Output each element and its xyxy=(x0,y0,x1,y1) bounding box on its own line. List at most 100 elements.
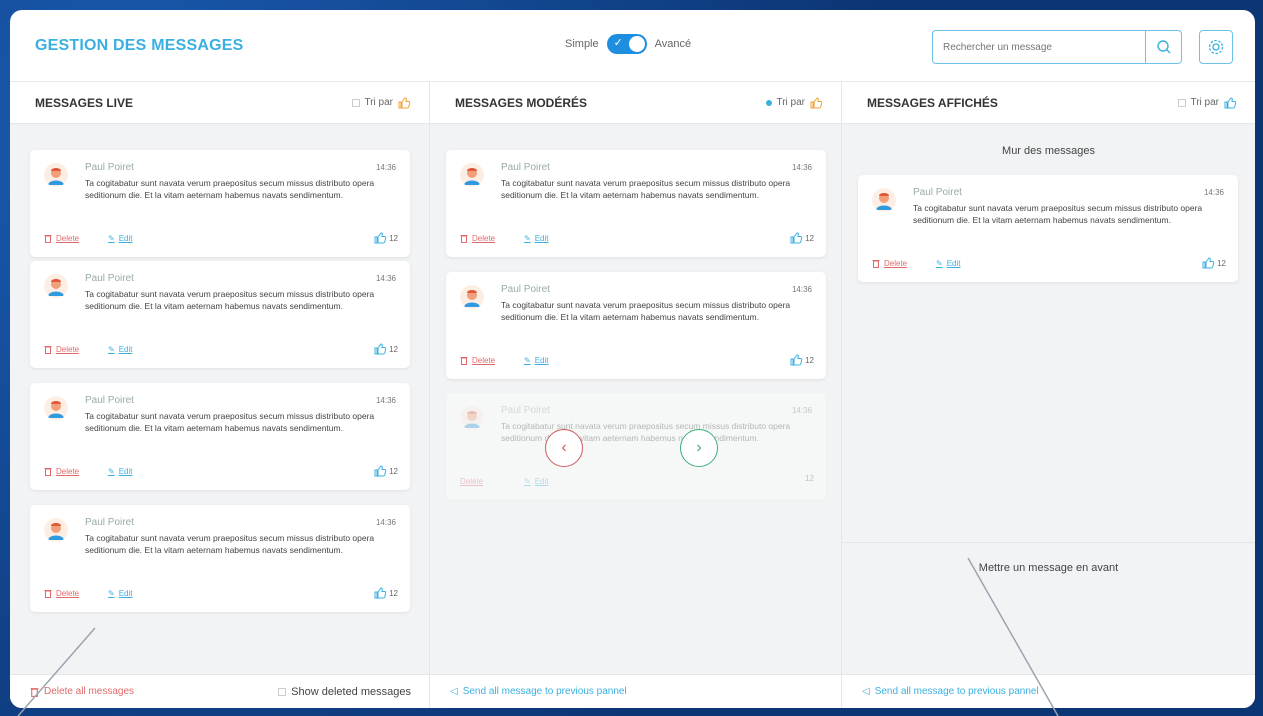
thumbs-up-icon xyxy=(374,232,387,244)
top-bar: GESTION DES MESSAGES Simple ✓ Avancé xyxy=(10,10,1255,82)
delete-all-button[interactable]: Delete all messages xyxy=(30,686,134,697)
trash-icon xyxy=(460,357,468,365)
message-time: 14:36 xyxy=(791,285,812,294)
like-count: 12 xyxy=(389,233,398,243)
displayed-panel-title: MESSAGES AFFICHÉS xyxy=(867,95,998,110)
featured-message-dropzone[interactable]: Mettre un message en avant xyxy=(842,562,1255,574)
send-previous-button[interactable]: ◁ Send all message to previous pannel xyxy=(862,686,1039,697)
delete-link[interactable]: Delete xyxy=(44,467,79,476)
dragged-message-card[interactable]: Paul Poiret 14:36 Ta cogitabatur sunt na… xyxy=(446,393,826,500)
sort-checkbox[interactable] xyxy=(1178,98,1187,107)
pencil-icon: ✎ xyxy=(524,234,531,243)
sort-label: Tri par xyxy=(364,97,393,108)
delete-label: Delete xyxy=(460,477,484,486)
message-card: Paul Poiret 14:36 Ta cogitabatur sunt na… xyxy=(30,383,410,490)
sort-checkbox[interactable] xyxy=(352,98,361,107)
like-button[interactable]: 12 xyxy=(1201,256,1226,270)
message-manager-window: GESTION DES MESSAGES Simple ✓ Avancé MES… xyxy=(10,10,1255,708)
edit-link[interactable]: ✎ Edit xyxy=(108,589,133,598)
show-deleted-toggle[interactable]: Show deleted messages xyxy=(278,686,411,698)
avatar xyxy=(872,188,896,212)
like-button[interactable]: 12 xyxy=(373,586,398,600)
like-button[interactable]: 12 xyxy=(789,353,814,367)
sort-radio-selected[interactable] xyxy=(766,99,773,106)
message-text: Ta cogitabatur sunt navata verum praepos… xyxy=(85,178,375,200)
edit-link[interactable]: ✎ Edit xyxy=(108,467,133,476)
avatar xyxy=(44,163,68,187)
search-box xyxy=(932,30,1182,64)
displayed-sort-toggle[interactable]: Tri par xyxy=(1178,96,1237,110)
edit-label: Edit xyxy=(118,234,133,243)
edit-link[interactable]: ✎ Edit xyxy=(524,234,549,243)
chevron-right-icon: › xyxy=(696,439,702,456)
chevron-left-icon: ‹ xyxy=(561,439,567,456)
mode-toggle-group: Simple ✓ Avancé xyxy=(565,34,691,54)
send-previous-label: Send all message to previous pannel xyxy=(874,686,1039,697)
trash-icon xyxy=(44,346,52,354)
message-time: 14:36 xyxy=(791,406,812,415)
trash-icon xyxy=(872,260,880,268)
message-card: Paul Poiret 14:36 Ta cogitabatur sunt na… xyxy=(30,261,410,368)
like-button[interactable]: 12 xyxy=(373,464,398,478)
trash-icon xyxy=(44,468,52,476)
like-button[interactable]: 12 xyxy=(373,342,398,356)
trash-icon xyxy=(30,687,39,697)
live-panel-header: MESSAGES LIVE Tri par xyxy=(10,82,429,124)
delete-link[interactable]: Delete xyxy=(460,234,495,243)
chevron-left-icon: ◁ xyxy=(450,686,458,697)
avatar xyxy=(460,285,484,309)
move-left-button[interactable]: ‹ xyxy=(545,429,583,467)
delete-label: Delete xyxy=(472,234,496,243)
pencil-icon: ✎ xyxy=(524,477,531,486)
delete-link[interactable]: Delete xyxy=(460,477,483,486)
message-text: Ta cogitabatur sunt navata verum praepos… xyxy=(85,411,375,433)
search-button[interactable] xyxy=(1145,31,1181,63)
show-deleted-label: Show deleted messages xyxy=(291,685,411,698)
moderated-messages-panel: MESSAGES MODÉRÉS Tri par Paul Poiret 14:… xyxy=(430,82,842,708)
message-author: Paul Poiret xyxy=(913,187,962,198)
mode-advanced-label: Avancé xyxy=(654,38,692,50)
columns-area: MESSAGES LIVE Tri par Paul Poiret 14:36 … xyxy=(10,82,1255,708)
thumbs-up-icon xyxy=(374,343,387,355)
edit-link[interactable]: ✎ Edit xyxy=(936,259,961,268)
like-button[interactable]: 12 xyxy=(805,474,814,483)
avatar xyxy=(44,518,68,542)
moderated-sort-toggle[interactable]: Tri par xyxy=(766,96,823,110)
delete-link[interactable]: Delete xyxy=(460,356,495,365)
edit-link[interactable]: ✎ Edit xyxy=(524,356,549,365)
message-card: Paul Poiret 14:36 Ta cogitabatur sunt na… xyxy=(446,272,826,379)
send-previous-button[interactable]: ◁ Send all message to previous pannel xyxy=(450,686,627,697)
thumbs-up-icon xyxy=(790,232,803,244)
edit-label: Edit xyxy=(534,234,549,243)
settings-button[interactable] xyxy=(1199,30,1233,64)
show-deleted-checkbox[interactable] xyxy=(278,687,287,696)
message-text: Ta cogitabatur sunt navata verum praepos… xyxy=(501,178,791,200)
delete-link[interactable]: Delete xyxy=(44,234,79,243)
moderated-panel-footer: ◁ Send all message to previous pannel xyxy=(430,674,841,708)
page-title: GESTION DES MESSAGES xyxy=(35,36,244,54)
edit-link[interactable]: ✎ Edit xyxy=(108,234,133,243)
pencil-icon: ✎ xyxy=(108,234,115,243)
sort-label: Tri par xyxy=(1190,97,1219,108)
delete-label: Delete xyxy=(884,259,908,268)
delete-link[interactable]: Delete xyxy=(44,589,79,598)
sort-label: Tri par xyxy=(776,97,805,108)
chevron-left-icon: ◁ xyxy=(862,686,870,697)
mode-toggle-switch[interactable]: ✓ xyxy=(606,34,647,54)
like-button[interactable]: 12 xyxy=(373,231,398,245)
edit-link[interactable]: ✎ Edit xyxy=(524,477,549,486)
message-author: Paul Poiret xyxy=(85,273,134,284)
like-button[interactable]: 12 xyxy=(789,231,814,245)
message-author: Paul Poiret xyxy=(501,405,550,416)
moderated-panel-title: MESSAGES MODÉRÉS xyxy=(455,95,588,110)
like-count: 12 xyxy=(389,466,398,476)
delete-link[interactable]: Delete xyxy=(44,345,79,354)
displayed-panel-header: MESSAGES AFFICHÉS Tri par xyxy=(842,82,1255,124)
displayed-panel-footer: ◁ Send all message to previous pannel xyxy=(842,674,1255,708)
search-input[interactable] xyxy=(933,31,1145,63)
edit-link[interactable]: ✎ Edit xyxy=(108,345,133,354)
message-time: 14:36 xyxy=(375,396,396,405)
delete-link[interactable]: Delete xyxy=(872,259,907,268)
move-right-button[interactable]: › xyxy=(680,429,718,467)
live-sort-toggle[interactable]: Tri par xyxy=(352,96,411,110)
